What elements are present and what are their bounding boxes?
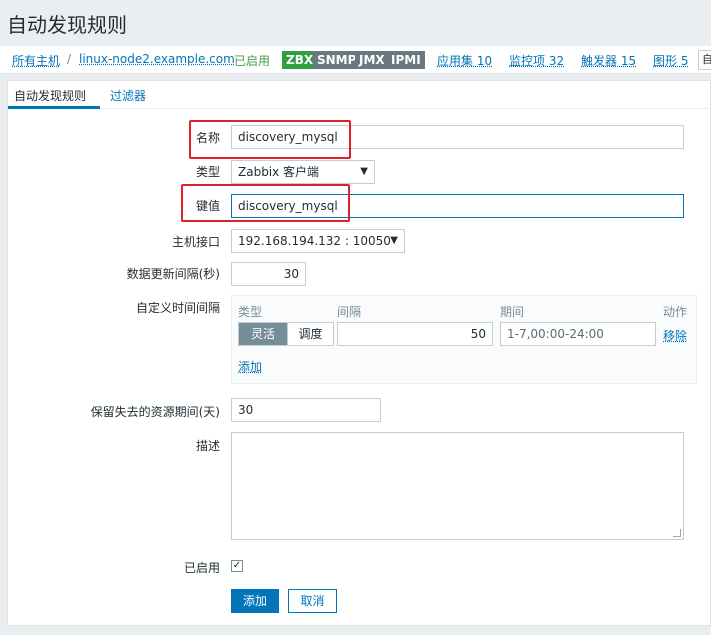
nav-cut-tab[interactable]: 自 xyxy=(698,50,711,70)
jmx-badge: JMX xyxy=(355,51,389,69)
delay-field[interactable]: 30 xyxy=(231,262,306,286)
custom-intervals-table: 类型 间隔 期间 动作 灵活 调度 50 1-7,00:00-24:00 移除 … xyxy=(231,295,697,384)
tab-discovery-rule[interactable]: 自动发现规则 xyxy=(14,87,86,104)
col-action: 动作 xyxy=(663,305,688,319)
nav-applications[interactable]: 应用集 10 xyxy=(437,52,492,69)
chevron-down-icon: ▼ xyxy=(360,166,368,177)
enabled-checkbox[interactable]: ✓ xyxy=(231,560,243,572)
breadcrumb-separator: / xyxy=(67,52,72,66)
snmp-badge: SNMP xyxy=(313,51,361,69)
interface-select-value: 192.168.194.132 : 10050 xyxy=(238,234,391,248)
resize-handle-icon[interactable] xyxy=(673,529,681,537)
interface-select[interactable]: 192.168.194.132 : 10050 ▼ xyxy=(231,229,405,253)
active-tab-indicator xyxy=(8,106,100,109)
interface-label: 主机接口 xyxy=(171,235,220,249)
add-interval-link[interactable]: 添加 xyxy=(238,358,262,375)
highlight-box-key xyxy=(181,184,350,222)
page-title: 自动发现规则 xyxy=(7,13,127,37)
add-button[interactable]: 添加 xyxy=(231,589,279,613)
flexible-option[interactable]: 灵活 xyxy=(239,323,287,345)
interval-field[interactable]: 50 xyxy=(337,322,493,346)
tab-bar: 自动发现规则 过滤器 xyxy=(8,81,711,109)
period-field[interactable]: 1-7,00:00-24:00 xyxy=(500,322,656,346)
type-select[interactable]: Zabbix 客户端 ▼ xyxy=(231,160,375,184)
custom-intervals-label: 自定义时间间隔 xyxy=(135,301,220,315)
nav-graphs[interactable]: 图形 5 xyxy=(653,52,688,69)
chevron-down-icon: ▼ xyxy=(390,235,398,246)
description-field[interactable] xyxy=(231,432,684,540)
type-label: 类型 xyxy=(195,165,220,179)
lifetime-label: 保留失去的资源期间(天) xyxy=(90,405,220,419)
remove-interval-link[interactable]: 移除 xyxy=(663,327,687,344)
col-interval: 间隔 xyxy=(337,305,362,319)
lifetime-field[interactable]: 30 xyxy=(231,398,381,422)
col-type: 类型 xyxy=(238,305,263,319)
breadcrumb-all-hosts[interactable]: 所有主机 xyxy=(12,52,60,69)
breadcrumb: 所有主机 / linux-node2.example.com 已启用 ZBX S… xyxy=(0,46,711,74)
interval-type-toggle: 灵活 调度 xyxy=(238,322,334,346)
nav-triggers[interactable]: 触发器 15 xyxy=(581,52,636,69)
cancel-button[interactable]: 取消 xyxy=(288,589,337,613)
breadcrumb-host[interactable]: linux-node2.example.com xyxy=(79,52,235,66)
col-period: 期间 xyxy=(500,305,525,319)
ipmi-badge: IPMI xyxy=(387,51,425,69)
delay-label: 数据更新间隔(秒) xyxy=(126,267,220,281)
scheduling-option[interactable]: 调度 xyxy=(287,323,333,345)
description-label: 描述 xyxy=(195,439,220,453)
type-select-value: Zabbix 客户端 xyxy=(238,165,320,179)
enabled-label: 已启用 xyxy=(183,561,220,575)
form-panel: 自动发现规则 过滤器 名称 discovery_mysql 类型 Zabbix … xyxy=(7,80,711,626)
zbx-badge: ZBX xyxy=(282,51,318,69)
nav-items[interactable]: 监控项 32 xyxy=(509,52,564,69)
highlight-box-name xyxy=(189,120,351,159)
status-enabled[interactable]: 已启用 xyxy=(234,52,270,69)
tab-filters[interactable]: 过滤器 xyxy=(110,87,146,104)
